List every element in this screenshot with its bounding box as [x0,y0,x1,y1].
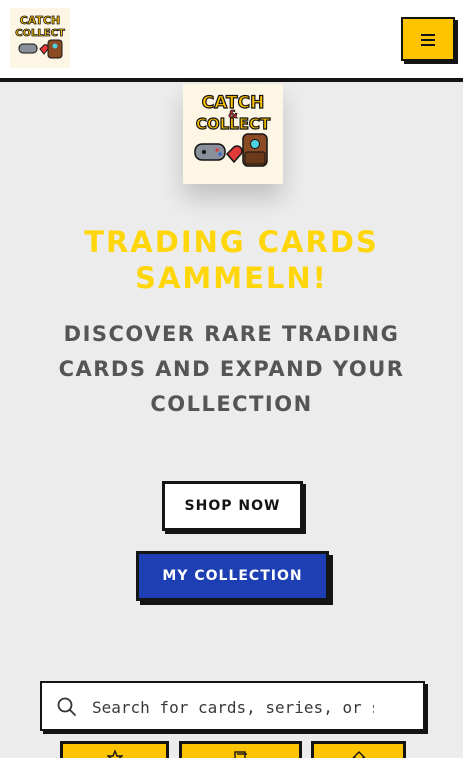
svg-text:COLLECT: COLLECT [15,28,65,39]
cards-icon [233,751,247,758]
my-collection-button[interactable]: MY COLLECTION [136,551,329,601]
hero-subtitle: DISCOVER RARE TRADING CARDS AND EXPAND Y… [58,322,405,416]
hero-logo: CATCH & COLLECT [183,84,283,184]
home-icon [352,751,365,758]
site-logo[interactable]: CATCH COLLECT [10,8,70,68]
site-header: CATCH COLLECT [0,0,463,82]
svg-text:CATCH: CATCH [20,14,61,27]
category-button-favorites[interactable] [60,741,169,758]
hamburger-menu-icon [421,33,435,46]
catch-collect-logo-icon: CATCH & COLLECT [194,92,272,167]
catch-collect-logo-icon: CATCH COLLECT [15,14,65,59]
search-input[interactable] [92,693,374,721]
category-button-cards[interactable] [179,741,302,758]
shop-now-button[interactable]: SHOP NOW [162,481,303,531]
svg-text:COLLECT: COLLECT [196,115,271,133]
star-icon [106,750,123,758]
search-bar [40,681,425,731]
search-icon[interactable] [56,696,78,718]
menu-button[interactable] [401,17,455,61]
category-button-home[interactable] [311,741,406,758]
hero-title: TRADING CARDS SAMMELN! [84,225,379,295]
